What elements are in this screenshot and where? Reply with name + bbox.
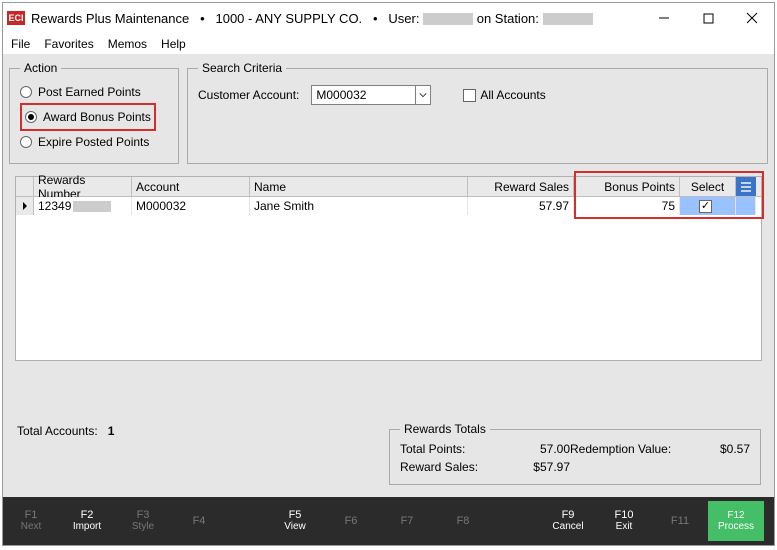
cell-rewards-text: 12349 xyxy=(38,199,71,213)
obscured xyxy=(73,201,111,212)
total-points-value: 57.00 xyxy=(490,442,570,456)
all-accounts-label: All Accounts xyxy=(480,88,545,102)
f10-exit[interactable]: F10Exit xyxy=(596,509,652,533)
cell-account: M000032 xyxy=(132,197,250,215)
grid-corner xyxy=(16,177,34,196)
redemption-value: $0.57 xyxy=(690,442,750,456)
table-row[interactable]: 12349 M000032 Jane Smith 57.97 75 xyxy=(16,197,761,215)
redemption-label: Redemption Value: xyxy=(570,442,690,456)
eci-icon: ECI xyxy=(7,11,25,25)
user-obscured xyxy=(423,13,473,25)
maximize-button[interactable] xyxy=(686,3,730,33)
cell-rewards-number: 12349 xyxy=(34,197,132,215)
window: ECI Rewards Plus Maintenance • 1000 - AN… xyxy=(2,2,775,546)
station-obscured xyxy=(543,13,593,25)
radio-icon xyxy=(25,111,37,123)
menu-file[interactable]: File xyxy=(11,37,30,51)
action-legend: Action xyxy=(20,61,61,75)
client-area: Action Post Earned Points Award Bonus Po… xyxy=(3,55,774,545)
col-bonus-points[interactable]: Bonus Points xyxy=(574,177,680,196)
col-reward-sales[interactable]: Reward Sales xyxy=(468,177,574,196)
grid-header: Rewards Number Account Name Reward Sales… xyxy=(16,177,761,197)
row-indicator-icon xyxy=(16,197,34,215)
f5-view[interactable]: F5View xyxy=(267,509,323,533)
radio-post-label: Post Earned Points xyxy=(38,85,141,99)
title-company: 1000 - ANY SUPPLY CO. xyxy=(215,11,362,26)
window-title: Rewards Plus Maintenance • 1000 - ANY SU… xyxy=(31,11,593,26)
f9-cancel[interactable]: F9Cancel xyxy=(540,509,596,533)
col-select[interactable]: Select xyxy=(680,177,736,196)
total-accounts-value: 1 xyxy=(108,424,115,438)
f2-import[interactable]: F2Import xyxy=(59,509,115,533)
customer-account-input[interactable] xyxy=(312,86,414,104)
title-user-label: User: xyxy=(388,11,419,26)
f4[interactable]: F4 xyxy=(171,515,227,527)
f8[interactable]: F8 xyxy=(435,515,491,527)
all-accounts-checkbox[interactable] xyxy=(463,89,476,102)
menu-help[interactable]: Help xyxy=(161,37,186,51)
cell-reward-sales: 57.97 xyxy=(468,197,574,215)
rewards-totals-legend: Rewards Totals xyxy=(400,422,490,436)
f12-process[interactable]: F12Process xyxy=(708,501,764,541)
f11[interactable]: F11 xyxy=(652,515,708,527)
highlight-award: Award Bonus Points xyxy=(20,103,156,131)
rewards-totals-group: Rewards Totals Total Points: 57.00 Redem… xyxy=(389,422,761,485)
cell-name: Jane Smith xyxy=(250,197,468,215)
radio-expire-posted[interactable]: Expire Posted Points xyxy=(20,135,168,149)
action-group: Action Post Earned Points Award Bonus Po… xyxy=(9,61,179,164)
customer-account-label: Customer Account: xyxy=(198,88,299,102)
radio-icon xyxy=(20,136,32,148)
close-button[interactable] xyxy=(730,3,774,33)
cell-bonus-points[interactable]: 75 xyxy=(574,197,680,215)
f7[interactable]: F7 xyxy=(379,515,435,527)
radio-icon xyxy=(20,86,32,98)
cell-select[interactable] xyxy=(680,197,736,215)
f6[interactable]: F6 xyxy=(323,515,379,527)
radio-expire-label: Expire Posted Points xyxy=(38,135,149,149)
f3-style[interactable]: F3Style xyxy=(115,509,171,533)
function-key-bar: F1Next F2Import F3Style F4 F5View F6 F7 … xyxy=(3,497,774,545)
chevron-down-icon[interactable] xyxy=(415,86,431,104)
menu-memos[interactable]: Memos xyxy=(108,37,147,51)
search-group: Search Criteria Customer Account: All Ac… xyxy=(187,61,768,164)
col-account[interactable]: Account xyxy=(132,177,250,196)
customer-account-combo[interactable] xyxy=(311,85,431,105)
title-app: Rewards Plus Maintenance xyxy=(31,11,189,26)
grid-menu-icon[interactable] xyxy=(736,177,756,196)
total-accounts-label: Total Accounts: xyxy=(17,424,98,438)
col-rewards-number[interactable]: Rewards Number xyxy=(34,177,132,196)
cell-trailing xyxy=(736,197,756,215)
total-points-label: Total Points: xyxy=(400,442,490,456)
results-grid: Rewards Number Account Name Reward Sales… xyxy=(15,176,762,361)
menu-favorites[interactable]: Favorites xyxy=(44,37,93,51)
title-station-label: on Station: xyxy=(477,11,539,26)
f1-next[interactable]: F1Next xyxy=(3,509,59,533)
search-legend: Search Criteria xyxy=(198,61,286,75)
menubar: File Favorites Memos Help xyxy=(3,33,774,55)
total-accounts: Total Accounts: 1 xyxy=(13,416,373,491)
radio-post-earned[interactable]: Post Earned Points xyxy=(20,85,168,99)
radio-award-label: Award Bonus Points xyxy=(43,110,151,124)
select-checkbox[interactable] xyxy=(699,200,712,213)
minimize-button[interactable] xyxy=(642,3,686,33)
reward-sales-label: Reward Sales: xyxy=(400,460,490,474)
reward-sales-value: $57.97 xyxy=(490,460,570,474)
titlebar: ECI Rewards Plus Maintenance • 1000 - AN… xyxy=(3,3,774,33)
radio-award-bonus[interactable]: Award Bonus Points xyxy=(25,110,151,124)
col-name[interactable]: Name xyxy=(250,177,468,196)
